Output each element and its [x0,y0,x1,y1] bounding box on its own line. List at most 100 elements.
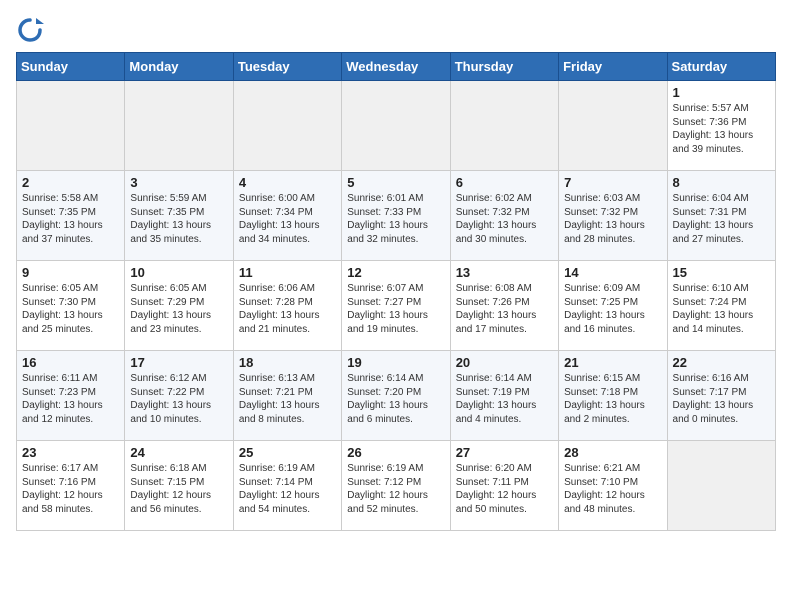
weekday-header-thursday: Thursday [450,53,558,81]
day-info: Sunrise: 6:02 AM Sunset: 7:32 PM Dayligh… [456,192,553,246]
day-number: 12 [347,265,444,280]
day-number: 2 [22,175,119,190]
calendar-cell: 16 Sunrise: 6:11 AM Sunset: 7:23 PM Dayli… [17,351,125,441]
logo [16,16,48,44]
calendar-cell [125,81,233,171]
calendar-cell: 15 Sunrise: 6:10 AM Sunset: 7:24 PM Dayli… [667,261,775,351]
day-number: 7 [564,175,661,190]
calendar-cell: 5 Sunrise: 6:01 AM Sunset: 7:33 PM Daylig… [342,171,450,261]
day-info: Sunrise: 6:13 AM Sunset: 7:21 PM Dayligh… [239,372,336,426]
day-info: Sunrise: 6:18 AM Sunset: 7:15 PM Dayligh… [130,462,227,516]
day-info: Sunrise: 6:21 AM Sunset: 7:10 PM Dayligh… [564,462,661,516]
calendar-cell: 19 Sunrise: 6:14 AM Sunset: 7:20 PM Dayli… [342,351,450,441]
calendar-cell: 1 Sunrise: 5:57 AM Sunset: 7:36 PM Daylig… [667,81,775,171]
weekday-header-sunday: Sunday [17,53,125,81]
day-info: Sunrise: 5:59 AM Sunset: 7:35 PM Dayligh… [130,192,227,246]
calendar-cell: 23 Sunrise: 6:17 AM Sunset: 7:16 PM Dayli… [17,441,125,531]
day-number: 16 [22,355,119,370]
calendar-cell: 27 Sunrise: 6:20 AM Sunset: 7:11 PM Dayli… [450,441,558,531]
calendar-cell: 14 Sunrise: 6:09 AM Sunset: 7:25 PM Dayli… [559,261,667,351]
calendar-cell: 18 Sunrise: 6:13 AM Sunset: 7:21 PM Dayli… [233,351,341,441]
day-number: 15 [673,265,770,280]
day-number: 5 [347,175,444,190]
day-info: Sunrise: 6:04 AM Sunset: 7:31 PM Dayligh… [673,192,770,246]
calendar-cell: 8 Sunrise: 6:04 AM Sunset: 7:31 PM Daylig… [667,171,775,261]
day-info: Sunrise: 6:15 AM Sunset: 7:18 PM Dayligh… [564,372,661,426]
calendar-cell: 4 Sunrise: 6:00 AM Sunset: 7:34 PM Daylig… [233,171,341,261]
day-info: Sunrise: 6:09 AM Sunset: 7:25 PM Dayligh… [564,282,661,336]
calendar-cell: 17 Sunrise: 6:12 AM Sunset: 7:22 PM Dayli… [125,351,233,441]
day-number: 8 [673,175,770,190]
header [16,16,776,44]
day-info: Sunrise: 6:05 AM Sunset: 7:30 PM Dayligh… [22,282,119,336]
day-number: 22 [673,355,770,370]
day-info: Sunrise: 6:05 AM Sunset: 7:29 PM Dayligh… [130,282,227,336]
day-number: 21 [564,355,661,370]
day-number: 9 [22,265,119,280]
day-info: Sunrise: 6:00 AM Sunset: 7:34 PM Dayligh… [239,192,336,246]
day-number: 1 [673,85,770,100]
day-number: 20 [456,355,553,370]
calendar-cell: 10 Sunrise: 6:05 AM Sunset: 7:29 PM Dayli… [125,261,233,351]
day-info: Sunrise: 6:14 AM Sunset: 7:20 PM Dayligh… [347,372,444,426]
calendar-cell: 20 Sunrise: 6:14 AM Sunset: 7:19 PM Dayli… [450,351,558,441]
calendar-cell [559,81,667,171]
day-number: 4 [239,175,336,190]
weekday-header-saturday: Saturday [667,53,775,81]
day-info: Sunrise: 6:19 AM Sunset: 7:12 PM Dayligh… [347,462,444,516]
calendar-cell: 9 Sunrise: 6:05 AM Sunset: 7:30 PM Daylig… [17,261,125,351]
day-number: 6 [456,175,553,190]
day-number: 18 [239,355,336,370]
calendar-table: SundayMondayTuesdayWednesdayThursdayFrid… [16,52,776,531]
day-info: Sunrise: 6:16 AM Sunset: 7:17 PM Dayligh… [673,372,770,426]
logo-icon [16,16,44,44]
calendar-cell: 2 Sunrise: 5:58 AM Sunset: 7:35 PM Daylig… [17,171,125,261]
day-number: 10 [130,265,227,280]
calendar-cell: 22 Sunrise: 6:16 AM Sunset: 7:17 PM Dayli… [667,351,775,441]
calendar-cell: 13 Sunrise: 6:08 AM Sunset: 7:26 PM Dayli… [450,261,558,351]
day-number: 24 [130,445,227,460]
day-info: Sunrise: 6:06 AM Sunset: 7:28 PM Dayligh… [239,282,336,336]
calendar-cell: 6 Sunrise: 6:02 AM Sunset: 7:32 PM Daylig… [450,171,558,261]
calendar-cell [233,81,341,171]
day-number: 19 [347,355,444,370]
calendar-cell: 25Sunrise: 6:19 AM Sunset: 7:14 PM Dayli… [233,441,341,531]
calendar-cell [667,441,775,531]
day-number: 13 [456,265,553,280]
day-info: Sunrise: 6:10 AM Sunset: 7:24 PM Dayligh… [673,282,770,336]
weekday-header-monday: Monday [125,53,233,81]
calendar-cell: 28 Sunrise: 6:21 AM Sunset: 7:10 PM Dayli… [559,441,667,531]
day-number: 11 [239,265,336,280]
day-info: Sunrise: 5:58 AM Sunset: 7:35 PM Dayligh… [22,192,119,246]
day-info: Sunrise: 5:57 AM Sunset: 7:36 PM Dayligh… [673,102,770,156]
day-info: Sunrise: 6:12 AM Sunset: 7:22 PM Dayligh… [130,372,227,426]
calendar-cell: 3 Sunrise: 5:59 AM Sunset: 7:35 PM Daylig… [125,171,233,261]
calendar-cell: 7 Sunrise: 6:03 AM Sunset: 7:32 PM Daylig… [559,171,667,261]
day-number: 14 [564,265,661,280]
day-info: Sunrise: 6:08 AM Sunset: 7:26 PM Dayligh… [456,282,553,336]
day-info: Sunrise: 6:20 AM Sunset: 7:11 PM Dayligh… [456,462,553,516]
weekday-header-wednesday: Wednesday [342,53,450,81]
calendar-cell [17,81,125,171]
day-number: 17 [130,355,227,370]
day-number: 27 [456,445,553,460]
day-number: 3 [130,175,227,190]
day-info: Sunrise: 6:01 AM Sunset: 7:33 PM Dayligh… [347,192,444,246]
calendar-cell [342,81,450,171]
day-info: Sunrise: 6:03 AM Sunset: 7:32 PM Dayligh… [564,192,661,246]
day-number: 26 [347,445,444,460]
weekday-header-tuesday: Tuesday [233,53,341,81]
calendar-cell: 26 Sunrise: 6:19 AM Sunset: 7:12 PM Dayli… [342,441,450,531]
day-number: 23 [22,445,119,460]
day-number: 25 [239,445,336,460]
day-info: Sunrise: 6:11 AM Sunset: 7:23 PM Dayligh… [22,372,119,426]
day-info: Sunrise: 6:14 AM Sunset: 7:19 PM Dayligh… [456,372,553,426]
calendar-cell [450,81,558,171]
day-number: 28 [564,445,661,460]
day-info: Sunrise: 6:17 AM Sunset: 7:16 PM Dayligh… [22,462,119,516]
calendar-cell: 24 Sunrise: 6:18 AM Sunset: 7:15 PM Dayli… [125,441,233,531]
weekday-header-friday: Friday [559,53,667,81]
calendar-cell: 12 Sunrise: 6:07 AM Sunset: 7:27 PM Dayli… [342,261,450,351]
day-info: Sunrise: 6:07 AM Sunset: 7:27 PM Dayligh… [347,282,444,336]
calendar-cell: 21 Sunrise: 6:15 AM Sunset: 7:18 PM Dayli… [559,351,667,441]
